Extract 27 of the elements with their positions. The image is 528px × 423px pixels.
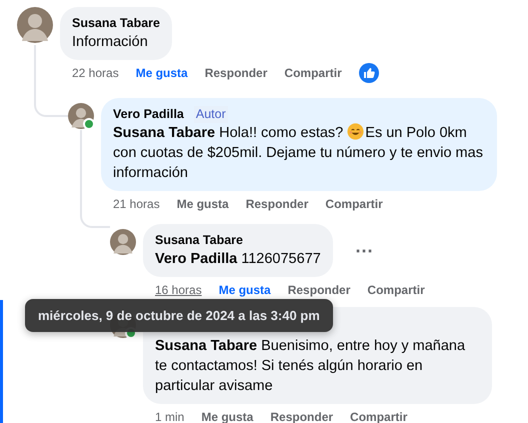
comment-time[interactable]: 22 horas <box>72 66 119 80</box>
more-options-button[interactable]: ⋯ <box>354 240 374 262</box>
comment-time[interactable]: 16 horas <box>155 283 202 297</box>
avatar-icon[interactable] <box>110 229 136 255</box>
thumbs-up-icon[interactable] <box>358 63 379 83</box>
comment-text: Información <box>72 33 149 52</box>
comment-text: Susana Tabare Hola!! como estas? Es un Polo 0km con cuotas de $205mil. Dejame tu número y te envio mas información <box>113 123 484 183</box>
like-button[interactable]: Me gusta <box>176 197 229 211</box>
reply-button[interactable]: Responder <box>288 283 350 297</box>
author-badge: Autor <box>194 106 228 123</box>
avatar-icon[interactable] <box>17 7 53 43</box>
comment-text: Vero Padilla 1126075677 <box>155 250 321 269</box>
share-button[interactable]: Compartir <box>367 283 425 297</box>
date-tooltip: miércoles, 9 de octubre de 2024 a las 3:40 pm <box>25 299 333 332</box>
comment-time[interactable]: 1 min <box>155 410 184 423</box>
smiling-face-icon <box>347 123 364 140</box>
author-name[interactable]: Susana Tabare <box>72 15 160 32</box>
author-name[interactable]: Susana Tabare <box>155 232 244 249</box>
author-name[interactable]: Vero Padilla <box>113 106 184 123</box>
share-button[interactable]: Compartir <box>284 66 342 80</box>
like-button[interactable]: Me gusta <box>136 66 188 80</box>
like-button[interactable]: Me gusta <box>218 283 271 297</box>
reply-button[interactable]: Responder <box>204 66 268 80</box>
comment-time[interactable]: 21 horas <box>113 197 160 211</box>
share-button[interactable]: Compartir <box>325 197 383 211</box>
comment-text: Susana Tabare Buenisimo, entre hoy y mañana te contactamos! Si tenés algún horario en particular avisame <box>155 337 466 396</box>
reply-button[interactable]: Responder <box>246 197 308 211</box>
